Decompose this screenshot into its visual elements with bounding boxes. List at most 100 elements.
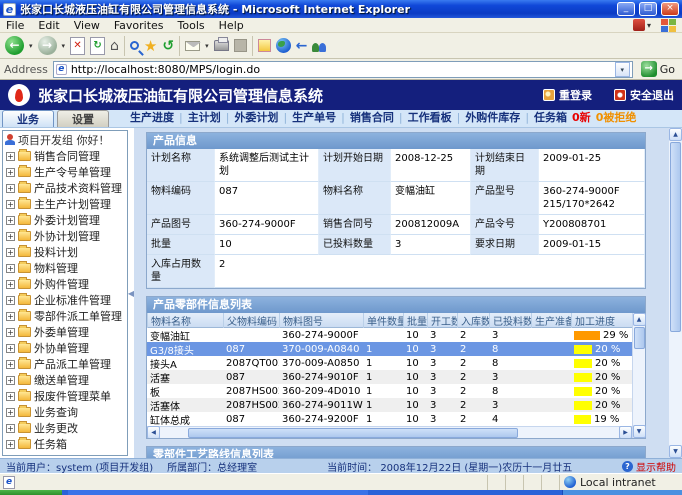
nav-item[interactable]: 生产单号 bbox=[292, 109, 350, 125]
menu-item[interactable]: File bbox=[6, 19, 24, 32]
expand-plus-icon[interactable]: + bbox=[6, 232, 15, 241]
menu-item[interactable]: Edit bbox=[38, 19, 59, 32]
sidebar-tree-item[interactable]: + 缴送单管理 bbox=[3, 372, 127, 388]
column-header[interactable]: 父物料编码 bbox=[223, 313, 279, 328]
menu-item[interactable]: Help bbox=[219, 19, 244, 32]
start-button[interactable] bbox=[0, 490, 62, 495]
scroll-left-icon[interactable]: ◀ bbox=[147, 426, 160, 438]
history-icon[interactable]: ↺ bbox=[162, 37, 174, 55]
sidebar-tree-item[interactable]: + 外委单管理 bbox=[3, 324, 127, 340]
expand-plus-icon[interactable]: + bbox=[6, 440, 15, 449]
scroll-down-icon[interactable]: ▼ bbox=[633, 425, 646, 438]
task-button[interactable] bbox=[68, 490, 368, 495]
chevron-down-icon[interactable]: ▾ bbox=[647, 21, 651, 30]
logout-button[interactable]: 安全退出 bbox=[614, 87, 674, 103]
taskbar-tasks[interactable] bbox=[62, 490, 562, 495]
expand-plus-icon[interactable]: + bbox=[6, 200, 15, 209]
sidebar-tree-item[interactable]: + 零部件派工单管理 bbox=[3, 308, 127, 324]
minimize-button[interactable]: _ bbox=[617, 2, 635, 16]
home-button[interactable]: ⌂ bbox=[110, 37, 119, 55]
messenger-globe-icon[interactable] bbox=[276, 38, 291, 53]
pdf-toolbar-icon[interactable] bbox=[633, 19, 645, 31]
back-button[interactable]: ← bbox=[5, 36, 24, 55]
expand-plus-icon[interactable]: + bbox=[6, 408, 15, 417]
expand-plus-icon[interactable]: + bbox=[6, 280, 15, 289]
nav-item[interactable]: 生产进度 bbox=[130, 109, 188, 125]
sidebar-tree-item[interactable]: + 企业标准件管理 bbox=[3, 292, 127, 308]
page-vertical-scrollbar[interactable]: ▲ ▼ bbox=[669, 128, 682, 458]
search-icon[interactable] bbox=[130, 41, 139, 50]
refresh-button[interactable]: ↻ bbox=[90, 37, 105, 55]
menu-item[interactable]: Tools bbox=[178, 19, 205, 32]
favorites-icon[interactable]: ★ bbox=[144, 37, 157, 55]
address-dropdown-icon[interactable]: ▾ bbox=[615, 62, 630, 77]
column-header[interactable]: 加工进度 bbox=[571, 313, 632, 328]
show-help-button[interactable]: ? 显示帮助 bbox=[622, 459, 676, 474]
contacts-icon[interactable] bbox=[312, 40, 326, 52]
discuss-icon[interactable] bbox=[258, 39, 271, 52]
mail-dropdown-icon[interactable]: ▾ bbox=[205, 42, 209, 50]
edit-icon[interactable] bbox=[234, 39, 247, 52]
expand-plus-icon[interactable]: + bbox=[6, 216, 15, 225]
expand-plus-icon[interactable]: + bbox=[6, 328, 15, 337]
sidebar-tree-item[interactable]: + 物料管理 bbox=[3, 260, 127, 276]
sidebar-tree-item[interactable]: + 外协计划管理 bbox=[3, 228, 127, 244]
sidebar-tree-item[interactable]: + 产品技术资料管理 bbox=[3, 180, 127, 196]
sidebar-tree-item[interactable]: + 报废件管理菜单 bbox=[3, 388, 127, 404]
sidebar-tree-item[interactable]: + 任务箱 bbox=[3, 436, 127, 452]
column-header[interactable]: 物料名称 bbox=[147, 313, 223, 328]
menu-item[interactable]: View bbox=[74, 19, 100, 32]
sidebar-tree-item[interactable]: + 销售合同管理 bbox=[3, 148, 127, 164]
sidebar-tree-item[interactable]: + 外委计划管理 bbox=[3, 212, 127, 228]
expand-plus-icon[interactable]: + bbox=[6, 312, 15, 321]
sidebar-tree-item[interactable]: + 外协单管理 bbox=[3, 340, 127, 356]
expand-plus-icon[interactable]: + bbox=[6, 264, 15, 273]
sidebar-tree-item[interactable]: + 主生产计划管理 bbox=[3, 196, 127, 212]
column-header[interactable]: 生产准备 bbox=[531, 313, 571, 328]
address-input[interactable]: e http://localhost:8080/MPS/login.do ▾ bbox=[53, 61, 633, 78]
scroll-thumb[interactable] bbox=[634, 327, 645, 349]
sidebar-tree-item[interactable]: + 业务查询 bbox=[3, 404, 127, 420]
column-header[interactable]: 开工数 bbox=[427, 313, 457, 328]
expand-plus-icon[interactable]: + bbox=[6, 392, 15, 401]
forward-dropdown-icon[interactable]: ▾ bbox=[62, 42, 66, 50]
nav-item[interactable]: 外购件库存 bbox=[465, 109, 534, 125]
expand-plus-icon[interactable]: + bbox=[6, 424, 15, 433]
expand-plus-icon[interactable]: + bbox=[6, 168, 15, 177]
sidebar-tree-item[interactable]: + 业务更改 bbox=[3, 420, 127, 436]
scroll-up-icon[interactable]: ▲ bbox=[669, 128, 682, 141]
sidebar-tree-item[interactable]: + 产品派工单管理 bbox=[3, 356, 127, 372]
column-header[interactable]: 批量 bbox=[403, 313, 427, 328]
close-button[interactable]: × bbox=[661, 2, 679, 16]
parts-row[interactable]: 接头A 2087QT002 370-009-A0850 1 10 3 2 8 bbox=[147, 356, 632, 370]
nav-item[interactable]: 主计划 bbox=[188, 109, 235, 125]
relogin-button[interactable]: 重登录 bbox=[543, 87, 592, 103]
expand-plus-icon[interactable]: + bbox=[6, 296, 15, 305]
mail-icon[interactable] bbox=[185, 41, 200, 51]
expand-plus-icon[interactable]: + bbox=[6, 360, 15, 369]
expand-plus-icon[interactable]: + bbox=[6, 376, 15, 385]
scroll-thumb[interactable] bbox=[188, 428, 518, 438]
parts-vertical-scrollbar[interactable]: ▲ ▼ bbox=[632, 313, 645, 438]
menu-item[interactable]: Favorites bbox=[114, 19, 164, 32]
parts-row[interactable]: 活塞体 2087HS002 360-274-9011W 1 10 3 2 3 bbox=[147, 398, 632, 412]
expand-plus-icon[interactable]: + bbox=[6, 248, 15, 257]
tab-settings[interactable]: 设置 bbox=[57, 110, 109, 127]
taskbox-nav-item[interactable]: 任务箱 0新 0被拒绝 bbox=[534, 109, 636, 127]
print-icon[interactable] bbox=[214, 40, 229, 51]
sidebar-tree-item[interactable]: + 生产令号单管理 bbox=[3, 164, 127, 180]
expand-plus-icon[interactable]: + bbox=[6, 344, 15, 353]
nav-item[interactable]: 外委计划 bbox=[234, 109, 292, 125]
column-header[interactable]: 入库数 bbox=[457, 313, 489, 328]
windows-taskbar[interactable] bbox=[0, 490, 682, 495]
address-url[interactable]: http://localhost:8080/MPS/login.do bbox=[71, 63, 611, 76]
column-header[interactable]: 单件数量 bbox=[363, 313, 403, 328]
expand-plus-icon[interactable]: + bbox=[6, 152, 15, 161]
parts-row[interactable]: 活塞 087 360-274-9010F 1 10 3 2 3 bbox=[147, 370, 632, 384]
research-icon[interactable]: ← bbox=[296, 37, 308, 55]
parts-row[interactable]: G3/8接头 087 370-009-A0840 1 10 3 2 8 bbox=[147, 342, 632, 356]
parts-row[interactable]: 板 2087HS002 360-209-4D010 1 10 3 2 8 bbox=[147, 384, 632, 398]
back-dropdown-icon[interactable]: ▾ bbox=[29, 42, 33, 50]
scroll-thumb[interactable] bbox=[670, 142, 681, 332]
forward-button[interactable]: → bbox=[38, 36, 57, 55]
